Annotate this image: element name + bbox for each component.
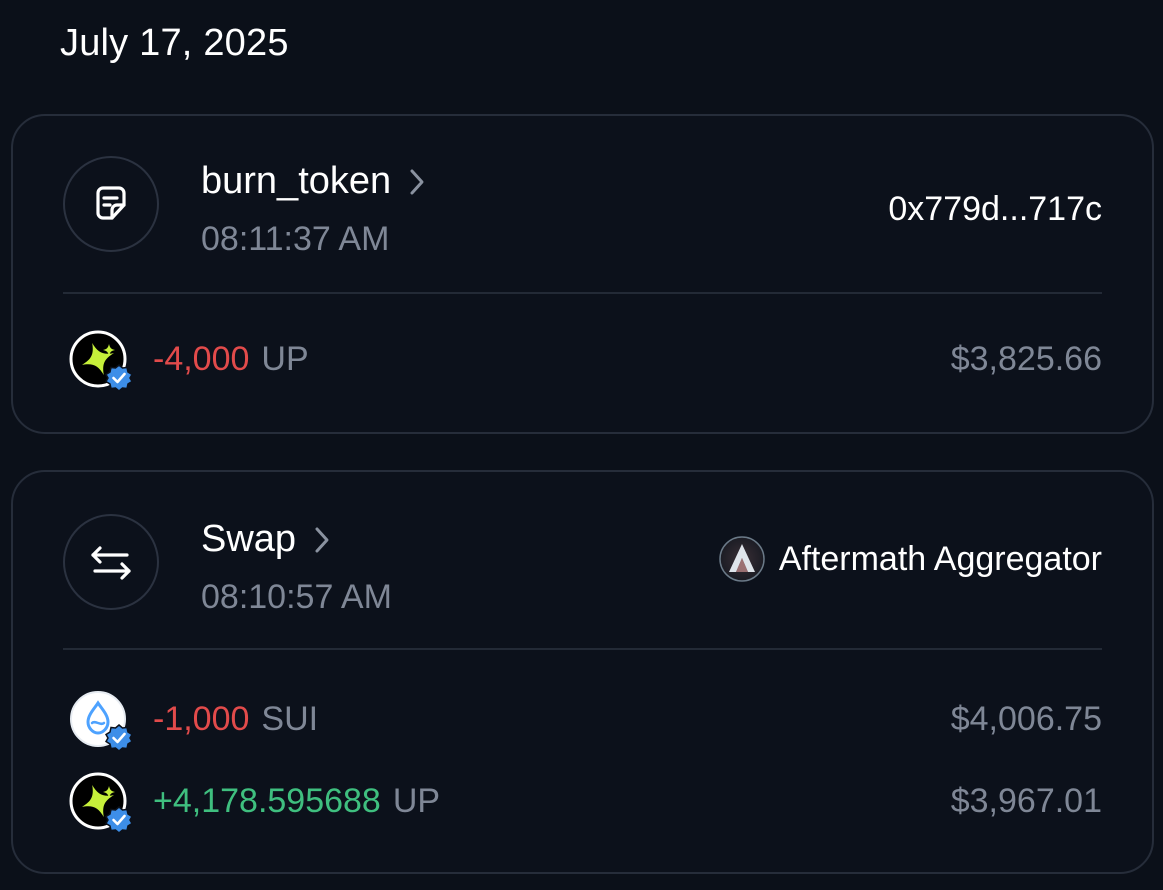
asset-symbol: UP (261, 339, 309, 378)
asset-row: -1,000 SUI $4,006.75 (69, 688, 1102, 752)
counterparty-label: Aftermath Aggregator (778, 539, 1102, 578)
verified-badge-icon (105, 364, 133, 392)
transaction-card[interactable]: burn_token 08:11:37 AM 0x779d...717c -4,… (11, 114, 1154, 434)
counterparty-label: 0x779d...717c (888, 190, 1102, 228)
asset-usd-value: $3,825.66 (950, 339, 1102, 378)
transaction-time: 08:10:57 AM (201, 578, 392, 616)
asset-row: -4,000 UP $3,825.66 (69, 328, 1102, 392)
date-header: July 17, 2025 (60, 22, 289, 64)
chevron-right-icon (314, 526, 330, 554)
transaction-title: Swap (201, 518, 297, 560)
verified-badge-icon (105, 724, 133, 752)
counterparty-address[interactable]: 0x779d...717c (888, 190, 1102, 229)
asset-amount: -1,000 (153, 699, 250, 738)
up-token-icon (69, 330, 133, 392)
asset-symbol: UP (392, 781, 441, 820)
chevron-right-icon (409, 168, 425, 196)
divider (63, 292, 1102, 294)
sui-token-icon (69, 690, 133, 752)
asset-usd-value: $4,006.75 (950, 699, 1102, 738)
aftermath-logo-icon (719, 536, 765, 582)
transaction-card[interactable]: Swap 08:10:57 AM Aftermath Aggregator -1… (11, 470, 1154, 874)
up-token-icon (69, 772, 133, 834)
transaction-time: 08:11:37 AM (201, 220, 390, 258)
swap-arrows-icon (63, 514, 159, 610)
divider (63, 648, 1102, 650)
note-icon (63, 156, 159, 252)
transaction-title-link[interactable]: burn_token (201, 160, 425, 203)
asset-amount: +4,178.595688 (153, 781, 381, 820)
transaction-title-link[interactable]: Swap (201, 518, 330, 561)
verified-badge-icon (105, 806, 133, 834)
asset-symbol: SUI (261, 699, 319, 738)
asset-row: +4,178.595688 UP $3,967.01 (69, 770, 1102, 834)
transaction-title: burn_token (201, 160, 392, 202)
counterparty-protocol[interactable]: Aftermath Aggregator (719, 536, 1102, 582)
asset-amount: -4,000 (153, 339, 250, 378)
asset-usd-value: $3,967.01 (950, 781, 1102, 820)
